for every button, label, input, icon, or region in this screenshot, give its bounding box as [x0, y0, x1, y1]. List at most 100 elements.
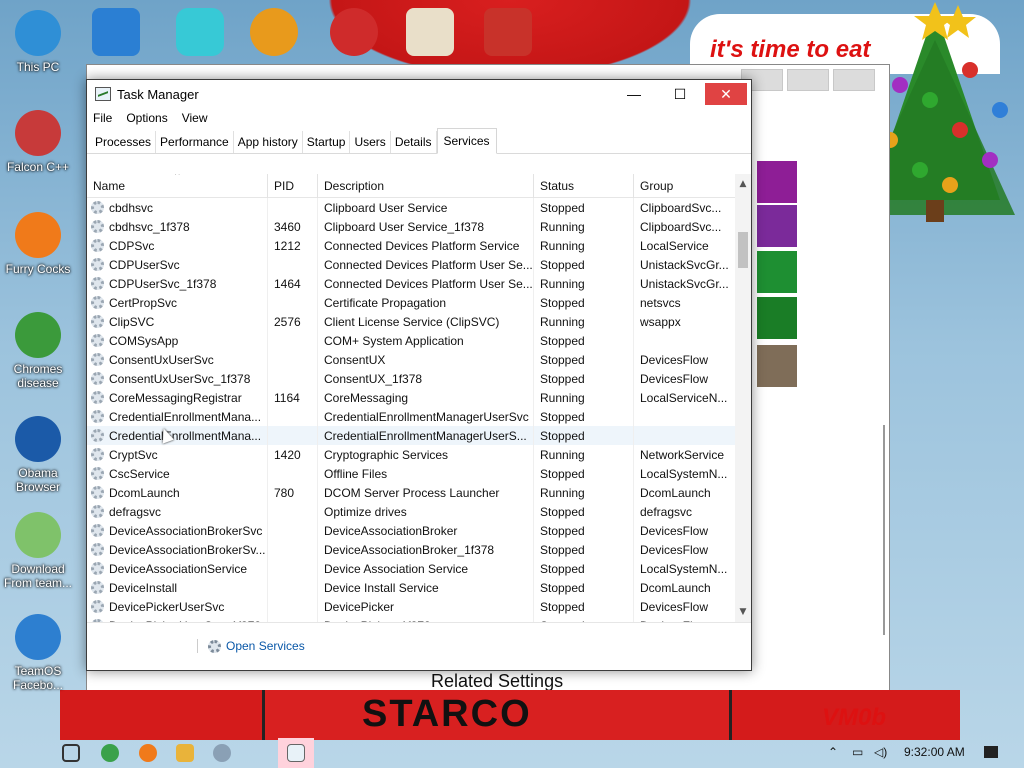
table-row[interactable]: DevicePickerUserSvc DevicePicker Stopped De…: [87, 597, 737, 616]
table-row[interactable]: DeviceInstall Device Install Service Stopp…: [87, 578, 737, 597]
cell-pid: [268, 540, 318, 559]
maximize-icon[interactable]: [787, 69, 829, 91]
service-gear-icon: [91, 315, 104, 328]
service-gear-icon: [91, 410, 104, 423]
table-row[interactable]: DeviceAssociationService Device Associati…: [87, 559, 737, 578]
network-icon[interactable]: ▭: [852, 745, 863, 759]
cell-pid: [268, 198, 318, 217]
desktop-icon[interactable]: TeamOS Facebo...: [0, 614, 76, 692]
desktop-icon[interactable]: This PC: [0, 10, 76, 74]
table-row[interactable]: defragsvc Optimize drives Stopped defragsvc: [87, 502, 737, 521]
table-row[interactable]: CredentialEnrollmentMana... CredentialEnr…: [87, 407, 737, 426]
column-header-group[interactable]: Group: [634, 174, 737, 198]
background-window-scrollbar[interactable]: [883, 425, 885, 635]
close-button[interactable]: ✕: [705, 83, 747, 105]
cell-status: Stopped: [534, 540, 634, 559]
table-row[interactable]: CDPUserSvc_1f378 1464 Connected Devices Pl…: [87, 274, 737, 293]
package-icon[interactable]: [484, 8, 532, 56]
desktop-app-icon: [15, 614, 61, 660]
service-gear-icon: [91, 201, 104, 214]
service-name: CDPUserSvc: [109, 257, 180, 272]
table-row[interactable]: ConsentUxUserSvc ConsentUX Stopped DevicesF…: [87, 350, 737, 369]
table-row[interactable]: COMSysApp COM+ System Application Stopped: [87, 331, 737, 350]
cell-name: DevicePickerUserSvc: [87, 597, 268, 616]
cell-status: Stopped: [534, 255, 634, 274]
table-row[interactable]: cbdhsvc Clipboard User Service Stopped Clip…: [87, 198, 737, 217]
service-name: CDPSvc: [109, 238, 155, 253]
diamond-icon[interactable]: [176, 8, 224, 56]
clock[interactable]: 9:32:00 AM: [904, 745, 965, 759]
table-row[interactable]: ConsentUxUserSvc_1f378 ConsentUX_1f378 Sto…: [87, 369, 737, 388]
notifications-icon[interactable]: [984, 746, 998, 758]
related-settings-heading: Related Settings: [431, 671, 564, 691]
service-name: DevicePickerUserSvc: [109, 599, 225, 614]
minimize-button[interactable]: —: [613, 83, 655, 105]
tab-details[interactable]: Details: [391, 131, 437, 153]
settings-gear-icon[interactable]: [92, 8, 140, 56]
scroll-down-icon[interactable]: ▼: [735, 604, 751, 620]
desktop-icon[interactable]: Download From team...: [0, 512, 76, 590]
services-list: ^ Name PID Description Status Group cbdh…: [87, 174, 751, 622]
cell-status: Stopped: [534, 198, 634, 217]
column-header-pid[interactable]: PID: [268, 174, 318, 198]
scrollbar-thumb[interactable]: [738, 232, 748, 268]
cell-group: netsvcs: [640, 295, 681, 310]
task-manager-app-icon: [95, 87, 111, 101]
firefox-icon[interactable]: [139, 744, 157, 762]
table-row[interactable]: ClipSVC 2576 Client License Service (ClipS…: [87, 312, 737, 331]
tab-processes[interactable]: Processes: [91, 131, 157, 153]
chrome-icon[interactable]: [101, 744, 119, 762]
desktop-icon-label: Furry Cocks: [5, 262, 71, 276]
cell-desc: Clipboard User Service: [318, 198, 534, 217]
cell-pid: 1420: [268, 445, 318, 464]
table-row[interactable]: DeviceAssociationBrokerSv... DeviceAssoci…: [87, 540, 737, 559]
tab-app-history[interactable]: App history: [234, 131, 303, 153]
cell-desc: Offline Files: [318, 464, 534, 483]
table-row[interactable]: CryptSvc 1420 Cryptographic Services Runnin…: [87, 445, 737, 464]
service-name: ConsentUxUserSvc: [109, 352, 214, 367]
table-row[interactable]: CertPropSvc Certificate Propagation Stoppe…: [87, 293, 737, 312]
file-explorer-icon[interactable]: [176, 744, 194, 762]
open-services-link[interactable]: Open Services: [197, 639, 305, 653]
desktop-icon[interactable]: Chromes disease: [0, 312, 76, 390]
close-icon[interactable]: [833, 69, 875, 91]
maximize-button[interactable]: ☐: [659, 83, 701, 105]
table-row[interactable]: CoreMessagingRegistrar 1164 CoreMessaging R…: [87, 388, 737, 407]
tab-users[interactable]: Users: [350, 131, 391, 153]
tab-startup[interactable]: Startup: [303, 131, 351, 153]
table-row[interactable]: CDPUserSvc Connected Devices Platform Use…: [87, 255, 737, 274]
column-header-description[interactable]: Description: [318, 174, 534, 198]
tab-services[interactable]: Services: [436, 128, 497, 154]
tray-chevron-icon[interactable]: ⌃: [828, 745, 838, 759]
angry-bird-icon[interactable]: [330, 8, 378, 56]
cell-group: LocalSystemN...: [640, 561, 728, 576]
service-rows: cbdhsvc Clipboard User Service Stopped Clip…: [87, 198, 737, 622]
p-logo-icon[interactable]: [250, 8, 298, 56]
table-row[interactable]: CDPSvc 1212 Connected Devices Platform Ser…: [87, 236, 737, 255]
tab-performance[interactable]: Performance: [156, 131, 234, 153]
desktop-icon[interactable]: Falcon C++: [0, 110, 76, 174]
cell-status: Stopped: [534, 597, 634, 616]
task-manager-taskbar-icon[interactable]: [287, 744, 305, 762]
scroll-up-icon[interactable]: ▲: [735, 176, 751, 192]
vertical-scrollbar[interactable]: ▲ ▼: [735, 174, 751, 622]
table-row[interactable]: cbdhsvc_1f378 3460 Clipboard User Service_…: [87, 217, 737, 236]
menu-file[interactable]: File: [93, 111, 112, 125]
service-gear-icon: [91, 505, 104, 518]
table-row[interactable]: CscService Offline Files Stopped LocalSyste…: [87, 464, 737, 483]
installer-icon[interactable]: [406, 8, 454, 56]
menu-view[interactable]: View: [182, 111, 208, 125]
task-manager-window: Task Manager — ☐ ✕ File Options View Pro…: [86, 79, 752, 671]
title-bar[interactable]: Task Manager — ☐ ✕: [87, 80, 751, 108]
table-row[interactable]: DeviceAssociationBrokerSvc DeviceAssociat…: [87, 521, 737, 540]
desktop-icon[interactable]: Furry Cocks: [0, 212, 76, 276]
desktop-icon[interactable]: Obama Browser: [0, 416, 76, 494]
table-row[interactable]: CredentialEnrollmentMana... CredentialEnr…: [87, 426, 737, 445]
menu-options[interactable]: Options: [126, 111, 167, 125]
task-view-icon[interactable]: [62, 744, 80, 762]
service-name: cbdhsvc: [109, 200, 154, 215]
settings-taskbar-icon[interactable]: [213, 744, 231, 762]
volume-icon[interactable]: ◁): [874, 745, 887, 759]
table-row[interactable]: DcomLaunch 780 DCOM Server Process Launche…: [87, 483, 737, 502]
column-header-status[interactable]: Status: [534, 174, 634, 198]
